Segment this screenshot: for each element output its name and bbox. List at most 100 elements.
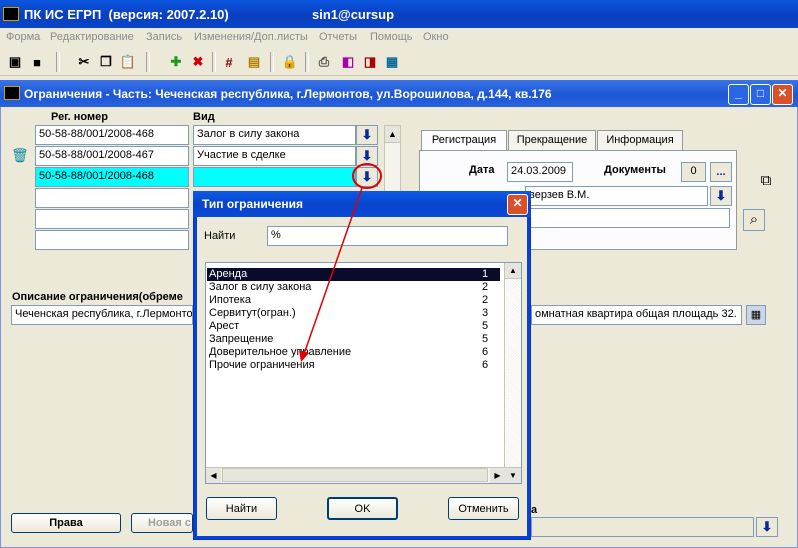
- list-item[interactable]: Залог в силу закона 2: [207, 281, 500, 294]
- list-item-name: Ипотека: [209, 294, 251, 306]
- tab-termination[interactable]: Прекращение: [508, 130, 596, 150]
- documents-more-button[interactable]: ...: [710, 162, 732, 182]
- dialog-ok-button[interactable]: OK: [327, 497, 398, 520]
- list-item-code: 2: [482, 281, 489, 293]
- maximize-button[interactable]: □: [750, 84, 771, 105]
- dialog-title: Тип ограничения: [202, 197, 304, 211]
- bottom-dropdown-button[interactable]: ⬇: [756, 517, 778, 537]
- print-icon[interactable]: ⎙: [314, 52, 334, 72]
- list-item-code: 3: [482, 307, 489, 319]
- description-field-left[interactable]: Чеченская республика, г.Лермонто: [11, 305, 193, 325]
- scroll-right-icon[interactable]: ▶: [490, 468, 505, 483]
- menu-changes[interactable]: Изменения/Доп.листы: [194, 31, 308, 43]
- type-field-selected[interactable]: [193, 167, 356, 187]
- type-field[interactable]: Участие в сделке: [193, 146, 356, 166]
- reg-number-field[interactable]: 50-58-88/001/2008-467: [35, 146, 189, 166]
- dialog-find-button[interactable]: Найти: [206, 497, 277, 520]
- scroll-left-icon[interactable]: ◀: [206, 468, 221, 483]
- document-icon[interactable]: ▤: [244, 52, 264, 72]
- list-item-name: Доверительное управление: [209, 346, 352, 358]
- dialog-close-button[interactable]: ✕: [507, 194, 528, 215]
- list-item-code: 5: [482, 320, 489, 332]
- type-dropdown-button[interactable]: ⬇: [356, 146, 378, 166]
- menu-edit[interactable]: Редактирование: [50, 31, 134, 43]
- menu-record[interactable]: Запись: [146, 31, 182, 43]
- menu-help[interactable]: Помощь: [370, 31, 413, 43]
- description-field-right[interactable]: омнатная квартира общая площадь 32.: [531, 305, 742, 325]
- delete-icon[interactable]: ✖: [188, 52, 208, 72]
- hash-icon[interactable]: #: [219, 52, 239, 72]
- tab-registration[interactable]: Регистрация: [421, 130, 507, 150]
- window-icon: [4, 86, 20, 100]
- save-icon[interactable]: ▣: [5, 52, 25, 72]
- paste-icon[interactable]: 📋: [118, 52, 138, 72]
- grid-icon[interactable]: ▦: [746, 305, 766, 325]
- menu-forma[interactable]: Форма: [6, 31, 40, 43]
- new-button[interactable]: Новая с: [131, 513, 193, 533]
- list-item-code: 6: [482, 359, 489, 371]
- floppy-icon[interactable]: ■: [27, 52, 47, 72]
- type-header: Вид: [193, 111, 215, 123]
- tab-information[interactable]: Информация: [597, 130, 683, 150]
- date-field[interactable]: 24.03.2009: [507, 162, 573, 182]
- list-item[interactable]: Доверительное управление 6: [207, 346, 500, 359]
- calculator-icon[interactable]: ▦: [382, 52, 402, 72]
- toolbar-separator: [146, 52, 150, 72]
- list-horizontal-scrollbar[interactable]: ◀ ▶: [206, 467, 505, 483]
- scroll-down-icon[interactable]: ▼: [505, 467, 521, 483]
- type-dropdown-button-active[interactable]: ⬇: [356, 167, 378, 187]
- app-title-bar: ПК ИС ЕГРП (версия: 2007.2.10) sin1@curs…: [0, 0, 798, 28]
- bottom-label-fragment: а: [531, 504, 538, 516]
- toolbar-separator: [212, 52, 216, 72]
- type-field[interactable]: Залог в силу закона: [193, 125, 356, 145]
- toolbar-separator: [270, 52, 274, 72]
- reg-number-header: Рег. номер: [51, 111, 108, 123]
- scroll-up-icon[interactable]: ▲: [385, 126, 400, 143]
- scroll-up-icon[interactable]: ▲: [505, 263, 521, 279]
- list-scrollbar[interactable]: ▲ ▼: [504, 263, 521, 483]
- list-item-name: Прочие ограничения: [209, 359, 315, 371]
- cut-icon[interactable]: ✂: [74, 52, 94, 72]
- dialog-find-label: Найти: [204, 230, 236, 242]
- list-item-code: 2: [482, 294, 489, 306]
- type-dropdown-button[interactable]: ⬇: [356, 125, 378, 145]
- dialog-find-input[interactable]: %: [267, 226, 508, 246]
- scroll-thumb[interactable]: [222, 468, 488, 482]
- person-dropdown-button[interactable]: ⬇: [710, 186, 732, 206]
- lock-icon[interactable]: 🔒: [280, 52, 300, 72]
- reg-number-field[interactable]: [35, 209, 189, 229]
- list-item[interactable]: Арест 5: [207, 320, 500, 333]
- list-item[interactable]: Прочие ограничения 6: [207, 359, 500, 372]
- copy-icon[interactable]: ❐: [96, 52, 116, 72]
- trash-icon[interactable]: 🗑: [11, 148, 29, 162]
- search-icon[interactable]: ⌕: [743, 209, 765, 231]
- menu-window[interactable]: Окно: [423, 31, 449, 43]
- dialog-cancel-button[interactable]: Отменить: [448, 497, 519, 520]
- report-export-icon[interactable]: ◨: [360, 52, 380, 72]
- close-button[interactable]: ✕: [772, 84, 793, 105]
- bottom-field[interactable]: [531, 517, 754, 537]
- restriction-type-list[interactable]: Аренда 1 Залог в силу закона 2 Ипотека 2 Се…: [205, 262, 522, 484]
- toolbar: ▣ ■ ✂ ❐ 📋 ✚ ✖ # ▤ 🔒 ⎙ ◧ ◨ ▦: [0, 48, 798, 76]
- person-field[interactable]: верзев В.М.: [525, 186, 708, 206]
- menu-bar: Форма Редактирование Запись Изменения/До…: [0, 28, 798, 48]
- add-icon[interactable]: ✚: [166, 52, 186, 72]
- list-item-name: Залог в силу закона: [209, 281, 312, 293]
- reg-number-field-selected[interactable]: 50-58-88/001/2008-468: [35, 167, 189, 187]
- reg-number-field[interactable]: [35, 188, 189, 208]
- list-item[interactable]: Запрещение 5: [207, 333, 500, 346]
- report-icon[interactable]: ◧: [338, 52, 358, 72]
- list-item-name: Сервитут(огран.): [209, 307, 296, 319]
- list-item-name: Запрещение: [209, 333, 274, 345]
- list-item-code: 5: [482, 333, 489, 345]
- notes-field[interactable]: [525, 208, 730, 228]
- list-item[interactable]: Сервитут(огран.) 3: [207, 307, 500, 320]
- list-item[interactable]: Ипотека 2: [207, 294, 500, 307]
- rights-button[interactable]: Права: [11, 513, 121, 533]
- minimize-button[interactable]: _: [728, 84, 749, 105]
- reg-number-field[interactable]: 50-58-88/001/2008-468: [35, 125, 189, 145]
- list-item[interactable]: Аренда 1: [207, 268, 500, 281]
- copy-icon[interactable]: ⧉: [755, 170, 777, 192]
- reg-number-field[interactable]: [35, 230, 189, 250]
- menu-reports[interactable]: Отчеты: [319, 31, 357, 43]
